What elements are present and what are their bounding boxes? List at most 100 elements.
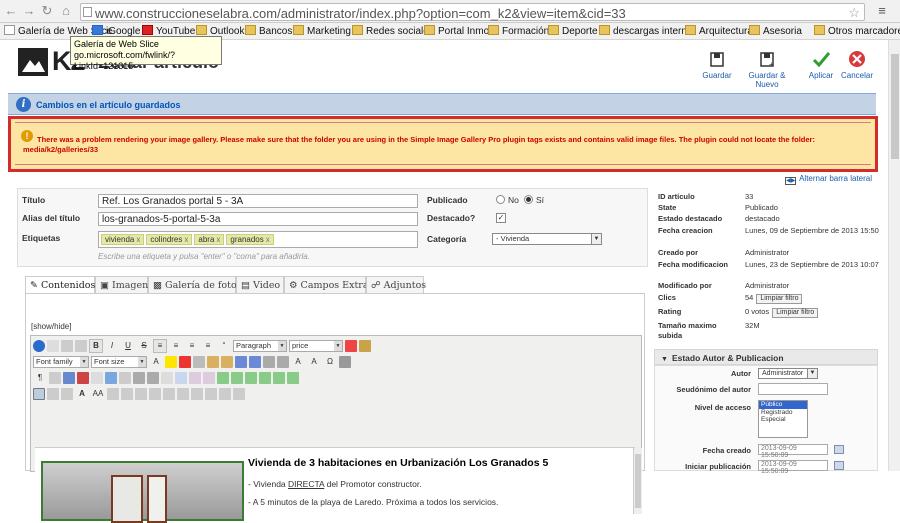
author-publishing-panel-header[interactable]: ▼ Estado Autor & Publicacion xyxy=(654,349,878,365)
format-select[interactable]: Paragraph ▼ xyxy=(233,340,287,352)
paste-icon[interactable] xyxy=(207,356,219,368)
new-document-icon[interactable] xyxy=(47,340,59,352)
blockquote-icon[interactable]: “ xyxy=(217,339,231,353)
cancel-button[interactable]: Cancelar xyxy=(833,50,881,80)
bookmark-item[interactable]: Otros marcadores xyxy=(814,25,900,38)
cite-icon[interactable] xyxy=(135,388,147,400)
preview-icon[interactable] xyxy=(61,388,73,400)
alias-input[interactable]: los-granados-5-portal-5-3a xyxy=(98,212,418,226)
scrollbar-thumb[interactable] xyxy=(891,54,899,159)
remove-tag-icon[interactable]: x xyxy=(216,235,220,244)
tags-input[interactable]: vivienda x colindres x abra x granados x xyxy=(98,231,418,248)
calendar-icon[interactable] xyxy=(834,445,844,454)
select-all-icon[interactable] xyxy=(249,356,261,368)
italic-button[interactable]: I xyxy=(105,339,119,353)
tab-adjuntos[interactable]: ☍ Adjuntos xyxy=(366,276,426,293)
cleanup-icon[interactable] xyxy=(359,340,371,352)
underline-button[interactable]: U xyxy=(121,339,135,353)
edit-html-icon[interactable] xyxy=(119,372,131,384)
numbered-list-icon[interactable] xyxy=(277,356,289,368)
table-icon[interactable] xyxy=(175,372,187,384)
abbr-icon[interactable]: A xyxy=(75,387,89,401)
reload-icon[interactable]: ↻ xyxy=(40,4,54,18)
template-icon[interactable] xyxy=(191,388,203,400)
tag-chip[interactable]: abra x xyxy=(194,234,225,245)
tab-video[interactable]: ▤ Video xyxy=(236,276,284,293)
reset-hits-button[interactable]: Limpiar filtro xyxy=(756,294,803,304)
font-family-select[interactable]: Font family ▼ xyxy=(33,356,89,368)
delete-row-icon[interactable] xyxy=(231,372,243,384)
bookmark-item[interactable]: Formación xyxy=(488,25,549,38)
delete-col-icon[interactable] xyxy=(259,372,271,384)
access-option[interactable]: Público xyxy=(759,401,807,409)
subscript-icon[interactable]: A xyxy=(291,355,305,369)
nonbreaking-icon[interactable] xyxy=(233,388,245,400)
save-button[interactable]: Guardar xyxy=(693,50,741,80)
bookmark-item[interactable]: Deporte xyxy=(548,25,598,38)
remove-tag-icon[interactable]: x xyxy=(184,235,188,244)
strikethrough-button[interactable]: S xyxy=(137,339,151,353)
help-icon[interactable] xyxy=(33,340,45,352)
created-date-input[interactable]: 2013-09-09 15:50:09 xyxy=(758,444,828,459)
undo-icon[interactable] xyxy=(61,340,73,352)
home-icon[interactable]: ⌂ xyxy=(59,4,73,18)
row-props-icon[interactable] xyxy=(189,372,201,384)
insert-col-icon[interactable] xyxy=(245,372,257,384)
style-props-icon[interactable] xyxy=(163,388,175,400)
show-hide-editor-link[interactable]: [show/hide] xyxy=(31,322,71,331)
acronym-icon[interactable]: AA xyxy=(91,387,105,401)
featured-checkbox[interactable]: ✓ xyxy=(496,213,506,223)
tab-contenidos[interactable]: ✎ Contenidos xyxy=(25,276,95,294)
unlink-icon[interactable] xyxy=(77,372,89,384)
publish-up-input[interactable]: 2013-09-09 15:50:09 xyxy=(758,460,828,475)
font-size-select[interactable]: Font size ▼ xyxy=(91,356,147,368)
indent-icon[interactable] xyxy=(49,372,61,384)
split-cells-icon[interactable] xyxy=(273,372,285,384)
horizontal-rule-icon[interactable] xyxy=(339,356,351,368)
tag-chip[interactable]: vivienda x xyxy=(101,234,145,245)
insert-date-icon[interactable] xyxy=(161,372,173,384)
save-new-button[interactable]: + Guardar & Nuevo xyxy=(736,50,798,89)
back-icon[interactable]: ← xyxy=(4,4,18,18)
radio-no[interactable] xyxy=(496,195,505,204)
published-no[interactable]: No xyxy=(496,195,519,205)
address-bar[interactable]: www.construccioneselabra.com/administrat… xyxy=(80,3,865,21)
search-icon[interactable] xyxy=(133,372,145,384)
toggle-sidebar-link[interactable]: ◀▶ Alternar barra lateral xyxy=(785,174,872,185)
ins-icon[interactable] xyxy=(121,388,133,400)
radio-yes[interactable] xyxy=(524,195,533,204)
access-option[interactable]: Registrado xyxy=(759,409,807,417)
forward-icon[interactable]: → xyxy=(22,4,36,18)
access-listbox[interactable]: Público Registrado Especial xyxy=(758,400,808,438)
page-scrollbar[interactable] xyxy=(888,40,900,471)
cell-props-icon[interactable] xyxy=(203,372,215,384)
paste-text-icon[interactable] xyxy=(221,356,233,368)
redo-icon[interactable] xyxy=(75,340,87,352)
text-color-icon[interactable]: A xyxy=(149,355,163,369)
bookmark-item[interactable]: Bancos xyxy=(245,25,292,38)
bookmark-item[interactable]: Asesoria xyxy=(749,25,802,38)
tab-galeria[interactable]: ▩ Galería de fotos xyxy=(148,276,242,293)
bookmark-item[interactable]: descargas internet xyxy=(599,25,695,38)
paragraph-icon[interactable]: ¶ xyxy=(33,371,47,385)
calendar-icon[interactable] xyxy=(834,461,844,470)
author-alias-input[interactable] xyxy=(758,383,828,395)
pagebreak-icon[interactable] xyxy=(205,388,217,400)
tab-campos-extra[interactable]: ⚙ Campos Extra xyxy=(284,276,369,293)
bookmark-item[interactable]: Portal Inmob xyxy=(424,25,495,38)
spellcheck-icon[interactable] xyxy=(219,388,231,400)
title-input[interactable]: Ref. Los Granados portal 5 - 3A xyxy=(98,194,418,208)
style-select[interactable]: price ▼ xyxy=(289,340,343,352)
image-icon[interactable] xyxy=(105,372,117,384)
menu-icon[interactable]: ≡ xyxy=(875,4,889,18)
superscript-icon[interactable]: A xyxy=(307,355,321,369)
bold-button[interactable]: B xyxy=(89,339,103,353)
copy-icon[interactable] xyxy=(193,356,205,368)
bookmark-item[interactable]: Redes sociales xyxy=(352,25,434,38)
remove-tag-icon[interactable]: x xyxy=(136,235,140,244)
cut-icon[interactable] xyxy=(179,356,191,368)
replace-icon[interactable] xyxy=(147,372,159,384)
bookmark-item[interactable]: Arquitectura xyxy=(685,25,753,38)
published-yes[interactable]: Sí xyxy=(524,195,544,205)
merge-cells-icon[interactable] xyxy=(287,372,299,384)
